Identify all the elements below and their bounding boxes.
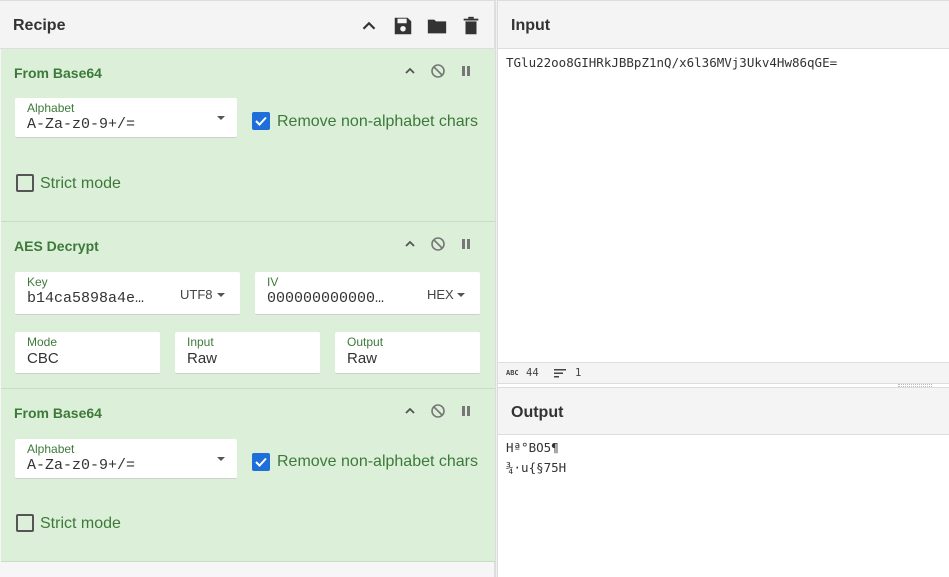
strict-mode-checkbox[interactable] xyxy=(16,174,34,192)
output-textarea[interactable]: Hª°BO5¶ ¾·u{§75H xyxy=(498,435,949,577)
operation-title: AES Decrypt xyxy=(14,238,99,254)
input-length: 44 xyxy=(526,367,539,379)
alphabet-select[interactable]: Alphabet A-Za-z0-9+/= xyxy=(15,98,237,138)
output-line-1: Hª°BO5¶ xyxy=(506,440,559,455)
input-format-label: Input xyxy=(187,335,214,349)
folder-icon[interactable] xyxy=(426,15,448,37)
input-line-count: 1 xyxy=(575,367,582,379)
output-title: Output xyxy=(511,404,564,421)
disable-icon[interactable] xyxy=(430,236,446,252)
dropdown-caret-icon xyxy=(217,293,225,297)
chevron-up-icon[interactable] xyxy=(402,403,418,419)
disable-icon[interactable] xyxy=(430,403,446,419)
mode-value: CBC xyxy=(27,350,59,367)
dropdown-caret-icon xyxy=(457,293,465,297)
abc-icon: ABC xyxy=(506,369,519,377)
iv-encoding-select[interactable]: HEX xyxy=(427,287,454,302)
output-format-label: Output xyxy=(347,335,384,349)
check-icon xyxy=(255,457,267,467)
key-value: b14ca5898a4e… xyxy=(27,290,145,307)
alphabet-label: Alphabet xyxy=(27,101,75,115)
dropdown-caret-icon xyxy=(217,457,225,461)
mode-label: Mode xyxy=(27,335,58,349)
strict-mode-label: Strict mode xyxy=(40,515,121,532)
io-column: Input TGlu22oo8GIHRkJBBpZ1nQ/x6l36MVj3Uk… xyxy=(498,0,949,577)
pause-icon[interactable] xyxy=(458,403,474,419)
operation-title: From Base64 xyxy=(14,65,102,81)
alphabet-select[interactable]: Alphabet A-Za-z0-9+/= xyxy=(15,439,237,479)
recipe-title: Recipe xyxy=(13,17,66,34)
remove-non-alphabet-label: Remove non-alphabet chars xyxy=(277,113,479,130)
output-format-value: Raw xyxy=(347,350,378,367)
operation-from-base64: From Base64 Alphabet A-Za-z0-9+/= Remove… xyxy=(1,389,495,562)
chevron-up-icon[interactable] xyxy=(402,63,418,79)
key-label: Key xyxy=(27,275,48,289)
operation-from-base64: From Base64 Alphabet A-Za-z0-9+/= Remove… xyxy=(1,49,495,222)
remove-non-alphabet-label: Remove non-alphabet chars xyxy=(277,453,479,470)
alphabet-value: A-Za-z0-9+/= xyxy=(27,457,136,474)
check-icon xyxy=(255,116,267,126)
pause-icon[interactable] xyxy=(458,63,474,79)
output-line-2: ¾·u{§75H xyxy=(506,460,567,475)
mode-select[interactable]: Mode CBC xyxy=(15,332,160,374)
input-text: TGlu22oo8GIHRkJBBpZ1nQ/x6l36MVj3Ukv4Hw86… xyxy=(506,55,838,70)
save-icon[interactable] xyxy=(392,15,414,37)
remove-non-alphabet-checkbox[interactable] xyxy=(252,453,270,471)
input-format-value: Raw xyxy=(187,350,218,367)
input-status-bar: ABC 44 1 xyxy=(498,362,949,384)
key-field[interactable]: Key b14ca5898a4e… UTF8 xyxy=(15,272,240,315)
iv-value: 000000000000… xyxy=(267,290,385,307)
key-encoding-select[interactable]: UTF8 xyxy=(180,287,213,302)
input-format-select[interactable]: Input Raw xyxy=(175,332,320,374)
iv-field[interactable]: IV 000000000000… HEX xyxy=(255,272,480,315)
alphabet-value: A-Za-z0-9+/= xyxy=(27,116,136,133)
recipe-header: Recipe xyxy=(0,0,494,49)
remove-non-alphabet-checkbox[interactable] xyxy=(252,112,270,130)
dropdown-caret-icon xyxy=(217,116,225,120)
operation-aes-decrypt: AES Decrypt Key b14ca5898a4e… UTF8 IV 00… xyxy=(1,222,495,389)
input-textarea[interactable]: TGlu22oo8GIHRkJBBpZ1nQ/x6l36MVj3Ukv4Hw86… xyxy=(498,49,949,362)
iv-label: IV xyxy=(267,275,279,289)
strict-mode-label: Strict mode xyxy=(40,175,121,192)
input-title: Input xyxy=(511,17,551,34)
pause-icon[interactable] xyxy=(458,236,474,252)
output-header: Output xyxy=(498,387,949,435)
recipe-panel: Recipe From Base64 Alphabet A-Za-z0-9+/= xyxy=(0,0,495,577)
input-header: Input xyxy=(498,0,949,49)
alphabet-label: Alphabet xyxy=(27,442,75,456)
trash-icon[interactable] xyxy=(460,15,482,37)
lines-icon xyxy=(554,368,566,381)
chevron-up-icon[interactable] xyxy=(402,236,418,252)
operation-title: From Base64 xyxy=(14,405,102,421)
disable-icon[interactable] xyxy=(430,63,446,79)
output-format-select[interactable]: Output Raw xyxy=(335,332,480,374)
strict-mode-checkbox[interactable] xyxy=(16,514,34,532)
chevron-up-icon[interactable] xyxy=(358,15,380,37)
